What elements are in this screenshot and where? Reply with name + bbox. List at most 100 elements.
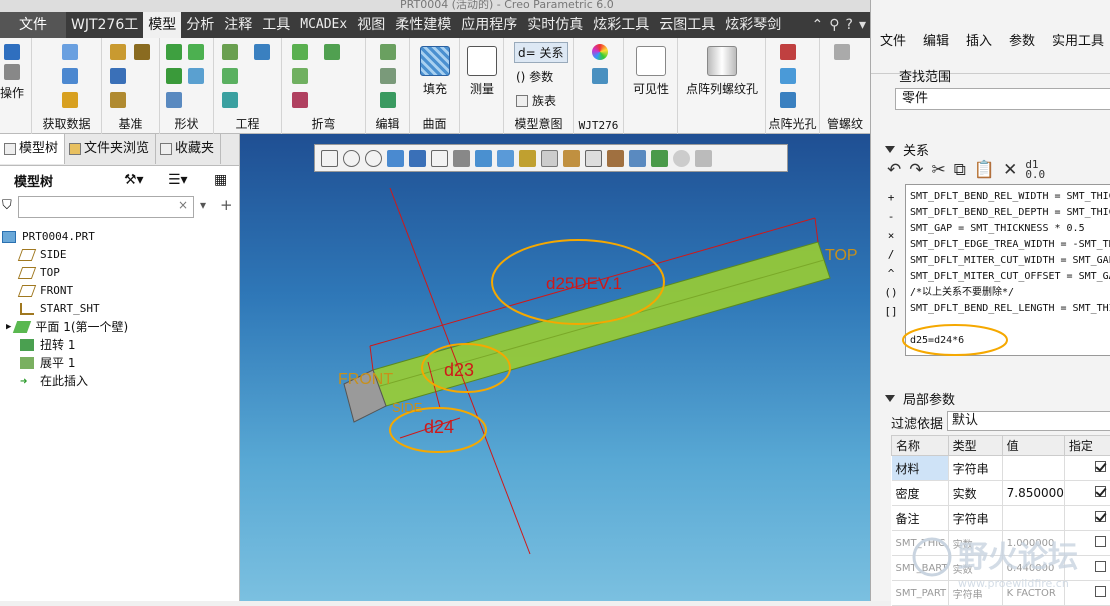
tab-color-sword[interactable]: 炫彩琴剑 <box>720 12 786 38</box>
tree-item[interactable]: START_SHT <box>0 300 239 318</box>
add-icon[interactable]: + <box>220 196 233 214</box>
tab-analysis[interactable]: 分析 <box>181 12 219 38</box>
operator-power[interactable]: ^ <box>881 264 901 283</box>
tab-realtime-simulation[interactable]: 实时仿真 <box>522 12 588 38</box>
param-value-cell[interactable] <box>1002 456 1064 481</box>
graphics-viewport[interactable]: TOP FRONT SIDE d25DEV.1 d23 d24 <box>240 134 870 601</box>
copy-geometry-icon[interactable] <box>62 44 78 60</box>
unbend-icon[interactable] <box>292 68 308 84</box>
tab-folder-browser[interactable]: 文件夹浏览 <box>65 134 156 164</box>
cut-icon[interactable] <box>222 44 238 60</box>
tab-annotate[interactable]: 注释 <box>219 12 257 38</box>
plane-icon[interactable] <box>110 44 126 60</box>
color-wheel-icon[interactable] <box>592 44 608 60</box>
local-params-section-header[interactable]: 局部参数 <box>885 389 955 408</box>
help-icon[interactable]: ? <box>846 17 853 33</box>
table-row[interactable]: 备注字符串 <box>892 506 1110 531</box>
operator-parentheses[interactable]: () <box>881 283 901 302</box>
designate-checkbox[interactable] <box>1095 511 1106 522</box>
param-name-cell[interactable]: SMT_BART <box>892 556 949 581</box>
operator-divide[interactable]: / <box>881 245 901 264</box>
shrinkwrap-icon[interactable] <box>62 68 78 84</box>
paste-icon[interactable]: 📋 <box>974 160 995 180</box>
hole-grid-icon[interactable] <box>780 68 796 84</box>
operator-brackets[interactable]: [] <box>881 302 901 321</box>
mirror-icon[interactable] <box>380 44 396 60</box>
tab-cloud-tools[interactable]: 云图工具 <box>654 12 720 38</box>
extrude-icon[interactable] <box>166 68 182 84</box>
tree-item[interactable]: PRT0004.PRT <box>0 228 239 246</box>
tab-tools[interactable]: 工具 <box>257 12 295 38</box>
tree-item[interactable]: ▶平面 1(第一个壁) <box>0 318 239 336</box>
tab-model-tree[interactable]: 模型树 <box>0 134 65 164</box>
cut-icon[interactable]: ✂ <box>932 160 946 180</box>
punch-icon[interactable] <box>254 44 270 60</box>
hole-pattern-icon[interactable] <box>780 44 796 60</box>
param-type-cell[interactable]: 字符串 <box>948 506 1002 531</box>
settings-icon[interactable]: ⚒▾ <box>124 172 144 188</box>
menu-parameters[interactable]: 参数 <box>1009 30 1035 49</box>
regenerate-icon[interactable] <box>4 44 20 60</box>
menu-utilities[interactable]: 实用工具 <box>1052 30 1104 49</box>
tab-applications[interactable]: 应用程序 <box>456 12 522 38</box>
relations-section-header[interactable]: 关系 <box>885 140 929 159</box>
dropdown-icon[interactable]: ▾ <box>859 17 866 33</box>
filter-icon[interactable]: ⛉ <box>2 198 12 213</box>
revolve-icon[interactable] <box>188 68 204 84</box>
user-feature-icon[interactable] <box>62 92 78 108</box>
param-type-cell[interactable]: 实数 <box>948 531 1002 556</box>
column-header-designate[interactable]: 指定 <box>1064 436 1110 456</box>
rip-icon[interactable] <box>222 92 238 108</box>
point-icon[interactable] <box>110 68 126 84</box>
tree-filter-icon[interactable]: ▦ <box>214 172 227 188</box>
edge-bend-icon[interactable] <box>324 44 340 60</box>
thread-hole-button[interactable]: 点阵列螺纹孔 <box>680 46 764 97</box>
menu-file[interactable]: 文件 <box>880 30 906 49</box>
copy-icon[interactable]: ⧉ <box>954 160 966 180</box>
table-row[interactable]: 密度实数7.850000 <box>892 481 1110 506</box>
tab-color-tools[interactable]: 炫彩工具 <box>588 12 654 38</box>
menu-edit[interactable]: 编辑 <box>923 30 949 49</box>
operate-label[interactable]: 操作 <box>0 84 24 101</box>
corner-relief-icon[interactable] <box>222 68 238 84</box>
cube-icon[interactable] <box>592 68 608 84</box>
operator-multiply[interactable]: × <box>881 226 901 245</box>
param-type-cell[interactable]: 实数 <box>948 556 1002 581</box>
tree-item[interactable]: SIDE <box>0 246 239 264</box>
param-value-cell[interactable]: K FACTOR <box>1002 581 1064 606</box>
redo-icon[interactable]: ↷ <box>909 160 923 180</box>
operator-minus[interactable]: - <box>881 207 901 226</box>
column-header-type[interactable]: 类型 <box>948 436 1002 456</box>
operator-plus[interactable]: + <box>881 188 901 207</box>
search-scope-select[interactable]: 零件 <box>895 88 1110 110</box>
param-name-cell[interactable]: 材料 <box>892 456 949 481</box>
tab-file[interactable]: 文件 <box>0 12 66 38</box>
table-row[interactable]: SMT_THIC实数1.000000 <box>892 531 1110 556</box>
param-name-cell[interactable]: SMT_THIC <box>892 531 949 556</box>
tab-flexible-modeling[interactable]: 柔性建模 <box>390 12 456 38</box>
filter-select[interactable]: 默认 <box>947 411 1110 431</box>
dimension-d24[interactable]: d24 <box>424 417 454 437</box>
collapse-ribbon-icon[interactable]: ⌃ <box>812 17 824 33</box>
menu-insert[interactable]: 插入 <box>966 30 992 49</box>
param-type-cell[interactable]: 字符串 <box>948 456 1002 481</box>
tree-item[interactable]: 扭转 1 <box>0 336 239 354</box>
dimension-d25[interactable]: d25DEV.1 <box>546 274 622 293</box>
designate-checkbox[interactable] <box>1095 536 1106 547</box>
flat-pattern-icon[interactable] <box>292 92 308 108</box>
param-value-cell[interactable]: 1.000000 <box>1002 531 1064 556</box>
param-value-cell[interactable] <box>1002 506 1064 531</box>
hole-array-icon[interactable] <box>780 92 796 108</box>
tab-view[interactable]: 视图 <box>352 12 390 38</box>
family-table-button[interactable]: 族表 <box>516 92 556 109</box>
param-value-cell[interactable]: 0.440000 <box>1002 556 1064 581</box>
flange-icon[interactable] <box>188 44 204 60</box>
show-icon[interactable]: ☰▾ <box>168 172 188 188</box>
curve-icon[interactable] <box>110 92 126 108</box>
visibility-button[interactable]: 可见性 <box>628 46 674 97</box>
thicken-icon[interactable] <box>380 92 396 108</box>
pattern-icon[interactable] <box>380 68 396 84</box>
column-header-name[interactable]: 名称 <box>892 436 949 456</box>
clear-icon[interactable]: × <box>178 198 188 212</box>
chevron-down-icon[interactable]: ▾ <box>200 198 206 212</box>
